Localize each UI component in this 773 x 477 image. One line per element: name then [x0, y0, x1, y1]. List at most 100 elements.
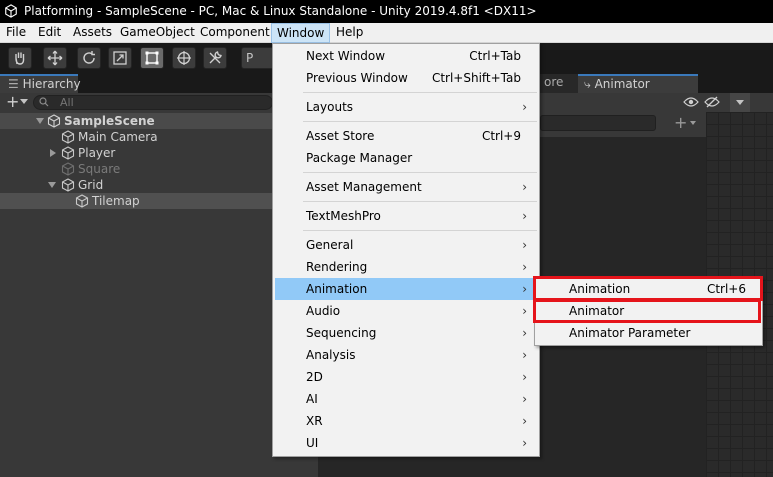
gameobject-cube-icon	[61, 146, 75, 160]
menu-edit[interactable]: Edit	[38, 25, 61, 39]
menu-item-ui[interactable]: UI ›	[275, 432, 537, 454]
menu-item-label: Animator Parameter	[569, 326, 691, 340]
menu-item-label: Package Manager	[306, 151, 413, 165]
add-parameter-button[interactable]: +	[674, 113, 687, 132]
scale-tool-button[interactable]	[108, 47, 132, 69]
create-dropdown-icon[interactable]	[20, 99, 28, 104]
unity-logo-icon	[5, 4, 17, 18]
menu-gameobject[interactable]: GameObject	[120, 25, 195, 39]
custom-tool-button[interactable]	[203, 47, 227, 69]
submenu-arrow-icon: ›	[522, 436, 527, 450]
rect-tool-button[interactable]	[140, 47, 164, 69]
window-menu-dropdown: Next Window Ctrl+Tab Previous Window Ctr…	[272, 43, 540, 457]
hierarchy-row-square[interactable]: Square	[0, 161, 318, 177]
hierarchy-row-grid[interactable]: Grid	[0, 177, 318, 193]
menu-item-animation[interactable]: Animation ›	[275, 278, 537, 300]
transform-tool-button[interactable]	[172, 47, 196, 69]
tab-animator-label: Animator	[594, 77, 650, 91]
submenu-arrow-icon: ›	[522, 282, 527, 296]
eye-icon[interactable]	[683, 96, 699, 108]
move-icon	[47, 50, 63, 66]
submenu-arrow-icon: ›	[522, 180, 527, 194]
menu-item-shortcut: Ctrl+Shift+Tab	[431, 71, 521, 85]
chevron-down-icon[interactable]	[690, 121, 696, 125]
menu-item-rendering[interactable]: Rendering ›	[275, 256, 537, 278]
transform-icon	[177, 51, 191, 65]
submenu-arrow-icon: ›	[522, 326, 527, 340]
pivot-toggle-button[interactable]: P	[241, 47, 275, 69]
title-bar: Platforming - SampleScene - PC, Mac & Li…	[0, 0, 773, 23]
menu-item-label: AI	[306, 392, 318, 406]
gameobject-cube-icon	[75, 194, 89, 208]
rotate-icon	[83, 51, 95, 64]
menu-item-textmeshpro[interactable]: TextMeshPro ›	[275, 205, 537, 227]
submenu-arrow-icon: ›	[522, 238, 527, 252]
hierarchy-tab-bar: ☰ Hierarchy	[0, 74, 318, 93]
hierarchy-row-samplescene[interactable]: SampleScene ⋮	[0, 113, 318, 129]
search-input[interactable]	[60, 96, 260, 109]
menu-item-label: Asset Management	[306, 180, 422, 194]
window-title: Platforming - SampleScene - PC, Mac & Li…	[24, 4, 537, 18]
menu-item-package-manager[interactable]: Package Manager	[275, 147, 537, 169]
hierarchy-row-label: Player	[78, 146, 116, 160]
menu-help[interactable]: Help	[336, 25, 363, 39]
submenu-item-animator-parameter[interactable]: Animator Parameter	[535, 322, 764, 344]
menu-item-asset-management[interactable]: Asset Management ›	[275, 176, 537, 198]
parameter-search-field[interactable]	[540, 115, 656, 131]
menu-item-analysis[interactable]: Analysis ›	[275, 344, 537, 366]
menu-item-layouts[interactable]: Layouts ›	[275, 96, 537, 118]
rotate-tool-button[interactable]	[77, 47, 101, 69]
fold-closed-icon[interactable]	[50, 149, 56, 157]
gameobject-cube-icon	[61, 130, 75, 144]
eye-hidden-icon[interactable]	[704, 96, 720, 108]
submenu-arrow-icon: ›	[522, 392, 527, 406]
tab-hierarchy[interactable]: ☰ Hierarchy	[0, 74, 81, 93]
menu-item-label: Asset Store	[306, 129, 375, 143]
menu-item-label: Sequencing	[306, 326, 377, 340]
annotation-highlight-animation	[533, 276, 763, 301]
menu-separator	[303, 121, 537, 122]
menu-component[interactable]: Component	[200, 25, 270, 39]
search-icon	[39, 97, 49, 107]
menu-item-xr[interactable]: XR ›	[275, 410, 537, 432]
animator-icon: ⤷	[584, 77, 591, 91]
tab-store[interactable]: ore	[538, 74, 578, 93]
menu-item-2d[interactable]: 2D ›	[275, 366, 537, 388]
pivot-label: P	[246, 51, 254, 65]
hierarchy-row-main-camera[interactable]: Main Camera	[0, 129, 318, 145]
menu-file[interactable]: File	[6, 25, 26, 39]
hierarchy-tab-label: Hierarchy	[22, 77, 81, 91]
hierarchy-search-field[interactable]	[33, 95, 273, 110]
menu-item-audio[interactable]: Audio ›	[275, 300, 537, 322]
annotation-highlight-animator	[533, 299, 761, 323]
menu-item-label: UI	[306, 436, 319, 450]
submenu-arrow-icon: ›	[522, 348, 527, 362]
tab-animator[interactable]: ⤷ Animator	[578, 74, 698, 93]
hierarchy-row-label: Square	[78, 162, 121, 176]
menu-item-sequencing[interactable]: Sequencing ›	[275, 322, 537, 344]
hierarchy-row-player[interactable]: Player	[0, 145, 318, 161]
menu-item-ai[interactable]: AI ›	[275, 388, 537, 410]
menu-item-previous-window[interactable]: Previous Window Ctrl+Shift+Tab	[275, 67, 537, 89]
move-tool-button[interactable]	[43, 47, 67, 69]
menu-item-label: TextMeshPro	[306, 209, 381, 223]
gameobject-cube-icon	[61, 162, 75, 176]
menu-window[interactable]: Window	[271, 23, 331, 43]
submenu-arrow-icon: ›	[522, 260, 527, 274]
submenu-arrow-icon: ›	[522, 209, 527, 223]
gameobject-cube-icon	[61, 178, 75, 192]
chevron-down-icon[interactable]	[736, 100, 744, 105]
create-button[interactable]: +	[6, 93, 19, 111]
hierarchy-row-tilemap[interactable]: Tilemap	[0, 193, 318, 209]
menu-assets[interactable]: Assets	[73, 25, 112, 39]
hierarchy-row-label: Grid	[78, 178, 104, 192]
menu-item-next-window[interactable]: Next Window Ctrl+Tab	[275, 45, 537, 67]
menu-item-general[interactable]: General ›	[275, 234, 537, 256]
menu-item-asset-store[interactable]: Asset Store Ctrl+9	[275, 125, 537, 147]
submenu-arrow-icon: ›	[522, 304, 527, 318]
menu-bar: File Edit Assets GameObject Component Wi…	[0, 23, 773, 43]
hand-tool-button[interactable]	[8, 47, 32, 69]
fold-open-icon[interactable]	[48, 182, 56, 188]
fold-open-icon[interactable]	[36, 118, 44, 124]
menu-item-label: XR	[306, 414, 323, 428]
